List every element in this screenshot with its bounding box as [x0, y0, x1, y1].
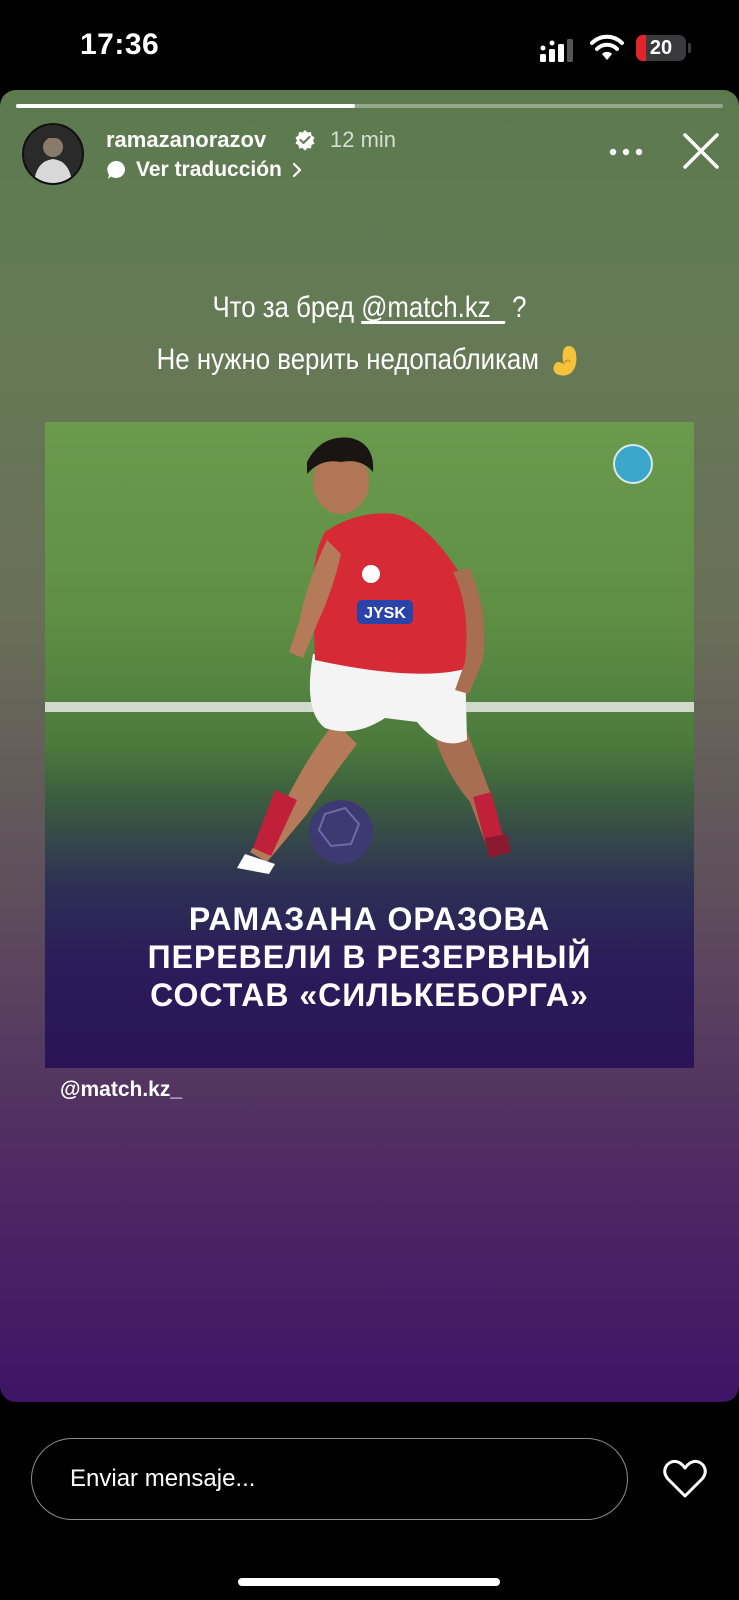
close-icon[interactable] — [680, 130, 722, 172]
battery-tip — [688, 43, 691, 53]
avatar[interactable] — [22, 123, 84, 185]
status-time: 17:36 — [80, 28, 160, 61]
status-bar: 17:36 20 — [0, 0, 739, 90]
caption-text: Что за бред — [212, 291, 362, 324]
translate-button[interactable]: Ver traducción — [106, 156, 304, 184]
headline-line: СОСТАВ «СИЛЬКЕБОРГА» — [150, 977, 589, 1013]
wifi-icon — [590, 34, 624, 60]
story-username[interactable]: ramazanorazov — [106, 127, 266, 153]
story-timestamp: 12 min — [330, 127, 397, 152]
message-input[interactable] — [31, 1438, 628, 1520]
cellular-signal-icon — [540, 39, 573, 62]
home-indicator[interactable] — [238, 1578, 500, 1586]
caption-line-2: Не нужно верить недопабликам — [52, 334, 688, 386]
story-viewer[interactable]: ramazanorazov 12 min Ver traducción Что … — [0, 90, 739, 1402]
caption-mention-link[interactable]: @match.kz_ — [361, 291, 505, 324]
translate-label: Ver traducción — [136, 158, 282, 181]
battery-level: 20 — [649, 37, 673, 59]
jersey-sponsor-text: JYSK — [364, 605, 406, 622]
headline-line: РАМАЗАНА ОРАЗОВА — [188, 901, 551, 937]
caption-line-1: Что за бред @match.kz_ ? — [52, 282, 688, 334]
post-headline: РАМАЗАНА ОРАЗОВА ПЕРЕВЕЛИ В РЕЗЕРВНЫЙ СО… — [45, 900, 694, 1014]
heart-icon[interactable] — [662, 1458, 708, 1500]
battery-icon: 20 — [636, 35, 686, 61]
pinched-fingers-emoji-icon — [553, 346, 577, 376]
story-progress-bar — [16, 104, 723, 108]
headline-line: ПЕРЕВЕЛИ В РЕЗЕРВНЫЙ — [147, 939, 592, 975]
story-progress-fill — [16, 104, 356, 108]
chevron-right-icon — [292, 162, 301, 178]
verified-badge-icon — [295, 130, 315, 151]
avatar-photo — [24, 125, 82, 183]
speech-bubble-icon — [107, 160, 126, 179]
story-caption: Что за бред @match.kz_ ? Не нужно верить… — [52, 282, 688, 386]
caption-text: Не нужно верить недопабликам — [156, 343, 540, 376]
caption-text: ? — [504, 291, 527, 324]
more-options-icon[interactable] — [608, 146, 644, 158]
bottom-bar — [0, 1402, 739, 1600]
shared-post-image[interactable]: JYSK РАМАЗАНА ОРАЗОВА ПЕРЕВЕЛИ В РЕЗЕРВН… — [45, 422, 694, 1068]
source-mention-tag[interactable]: @match.kz_ — [60, 1078, 182, 1102]
